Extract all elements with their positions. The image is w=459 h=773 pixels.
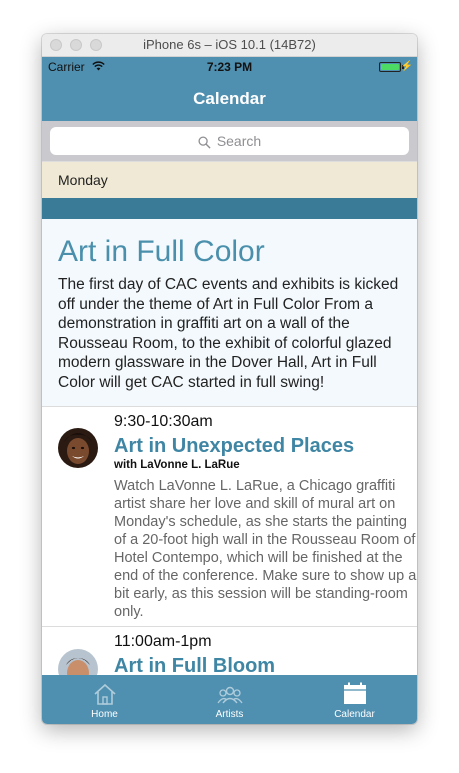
people-icon (216, 686, 243, 704)
section-divider-strip (42, 198, 417, 219)
day-section-header: Monday (42, 161, 417, 198)
status-time: 7:23 PM (206, 60, 253, 74)
search-bar: Search (42, 121, 417, 161)
nav-title: Calendar (193, 89, 266, 108)
title-bar: iPhone 6s – iOS 10.1 (14B72) (42, 34, 417, 57)
session-time: 9:30-10:30am (114, 413, 213, 430)
tab-calendar[interactable]: Calendar (292, 675, 417, 724)
session-presenter: with LaVonne L. LaRue (114, 459, 240, 471)
status-bar: Carrier 7:23 PM ⚡ (42, 57, 417, 77)
home-icon (93, 683, 116, 705)
avatar (58, 428, 98, 468)
simulator-window: iPhone 6s – iOS 10.1 (14B72) Carrier 7:2… (42, 34, 417, 724)
session-title: Art in Unexpected Places (114, 435, 355, 457)
calendar-icon (343, 682, 366, 704)
window-title: iPhone 6s – iOS 10.1 (14B72) (143, 37, 316, 52)
zoom-window-button[interactable] (90, 39, 102, 51)
session-time: 11:00am-1pm (114, 633, 212, 650)
search-input[interactable]: Search (50, 127, 409, 155)
featured-event-description: The first day of CAC events and exhibits… (58, 276, 399, 391)
battery-icon (379, 62, 401, 72)
tab-calendar-label: Calendar (334, 709, 375, 720)
minimize-window-button[interactable] (70, 39, 82, 51)
session-row[interactable]: 9:30-10:30am Art in Unexpected Places wi… (42, 407, 417, 627)
session-description: Watch LaVonne L. LaRue, a Chicago graffi… (114, 478, 417, 620)
tab-home-label: Home (91, 709, 118, 720)
search-icon (198, 136, 211, 149)
featured-event-title: Art in Full Color (58, 235, 265, 268)
tab-artists-label: Artists (215, 709, 244, 720)
tab-home[interactable]: Home (42, 675, 167, 724)
close-window-button[interactable] (50, 39, 62, 51)
navigation-bar: Calendar (42, 77, 417, 121)
charging-bolt-icon: ⚡ (400, 61, 413, 72)
search-placeholder: Search (216, 133, 262, 149)
tab-bar: Home Artists Calendar (42, 675, 417, 724)
tab-artists[interactable]: Artists (167, 675, 292, 724)
day-label: Monday (58, 172, 108, 188)
featured-event[interactable]: Art in Full Color The first day of CAC e… (42, 219, 417, 407)
